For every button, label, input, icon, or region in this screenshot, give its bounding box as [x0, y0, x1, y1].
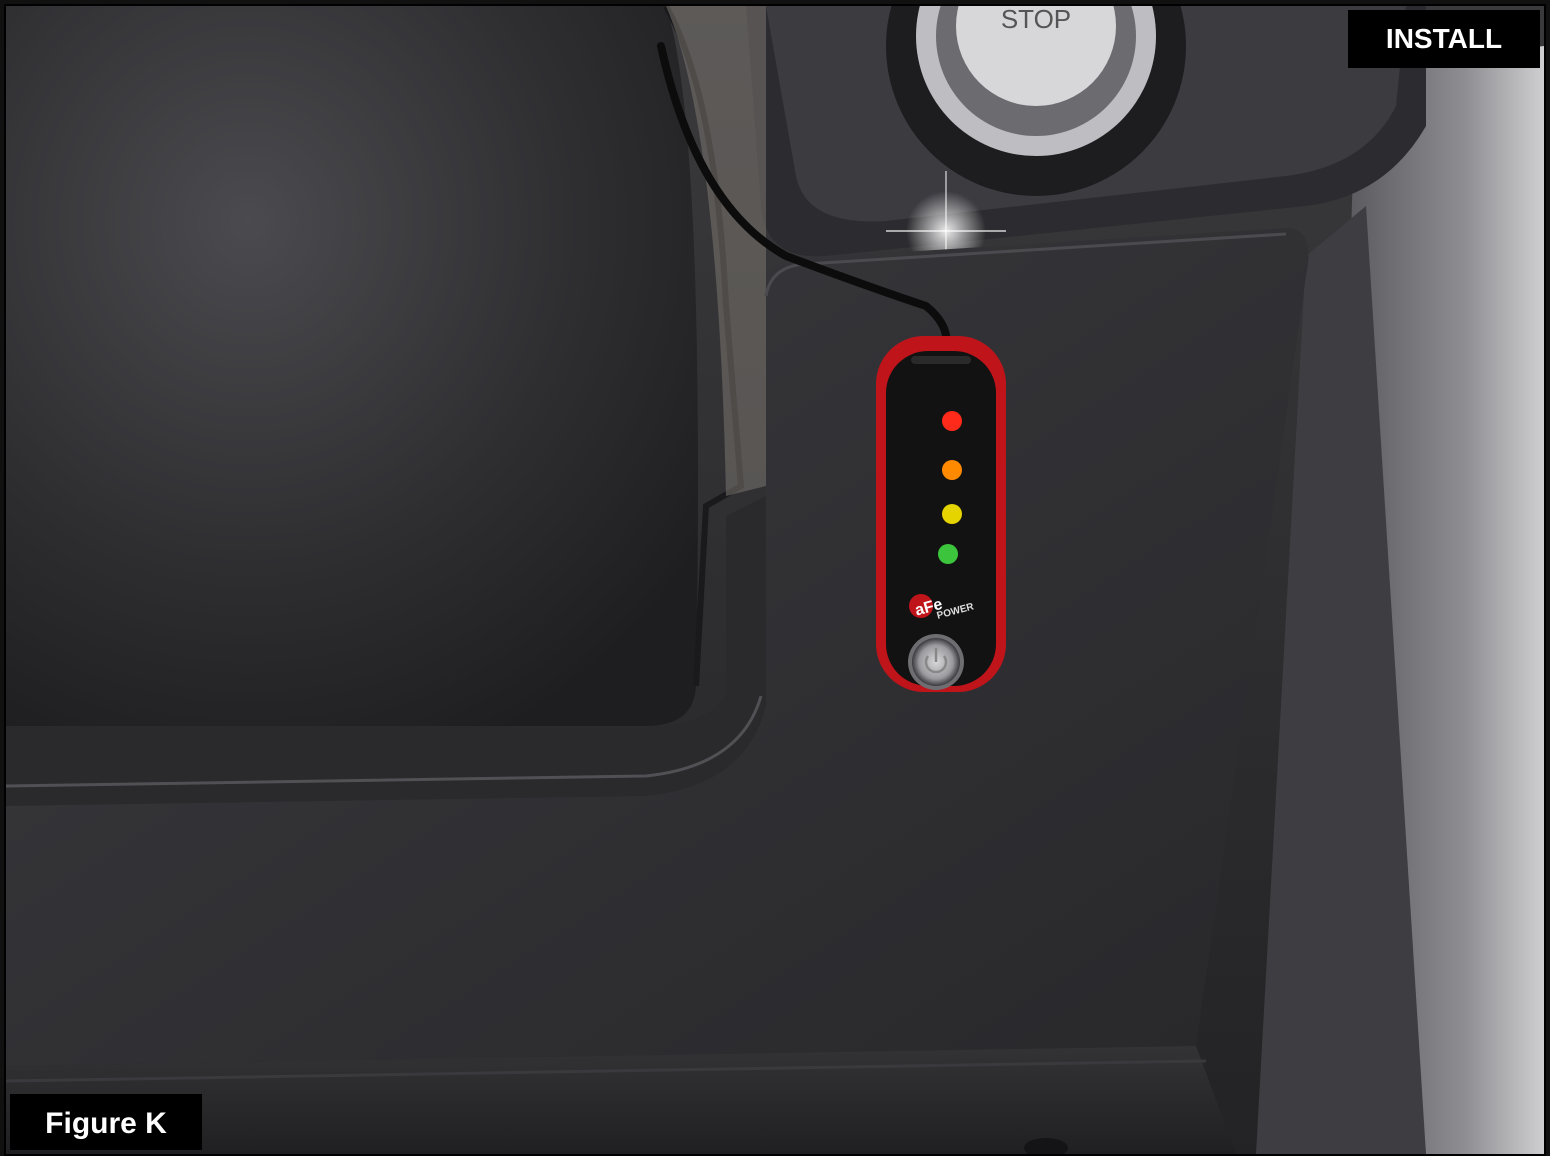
install-label: INSTALL [1348, 10, 1540, 68]
photo-frame: STOP aFe POWER INSTALL Figure K [4, 4, 1546, 1156]
ignition-stop-text: STOP [1001, 6, 1071, 34]
afe-module: aFe POWER [876, 336, 1006, 692]
figure-label: Figure K [10, 1094, 202, 1150]
module-led-1 [942, 460, 962, 480]
module-led-2 [942, 504, 962, 524]
install-photo: STOP aFe POWER [6, 6, 1544, 1154]
module-led-3 [938, 544, 958, 564]
module-led-0 [942, 411, 962, 431]
